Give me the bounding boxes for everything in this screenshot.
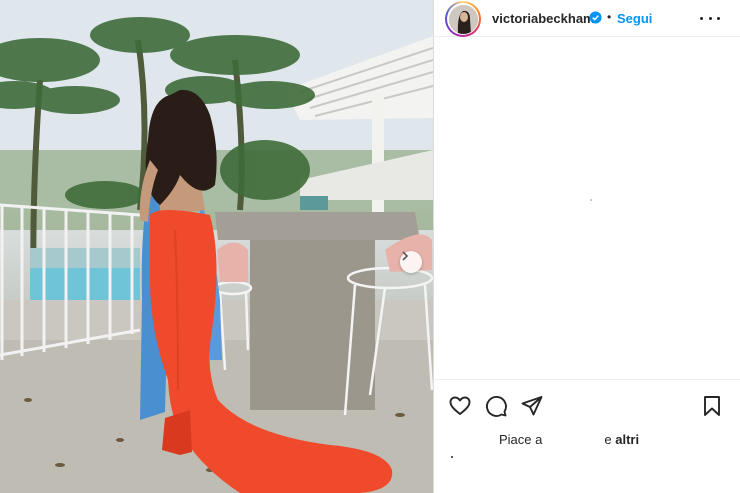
heart-icon[interactable]: [448, 394, 472, 418]
comments-area: [434, 38, 740, 378]
follow-button[interactable]: Segui: [617, 11, 652, 26]
chevron-right-icon: [402, 251, 409, 261]
comment-placeholder-dot: [590, 199, 592, 201]
share-icon[interactable]: [520, 394, 544, 418]
more-dot: [700, 16, 703, 20]
post-side-panel: victoriabeckham • Segui Piace ae altri: [433, 0, 740, 493]
post-photo[interactable]: [0, 0, 433, 493]
caption-placeholder-dot: [451, 456, 453, 458]
more-options-button[interactable]: [700, 9, 720, 27]
username[interactable]: victoriabeckham: [492, 11, 595, 26]
likes-others[interactable]: altri: [615, 432, 639, 447]
separator-dot: •: [607, 10, 612, 24]
avatar[interactable]: [445, 1, 481, 37]
more-dot: [708, 16, 712, 20]
more-dot: [717, 16, 720, 20]
next-image-button[interactable]: [400, 251, 422, 273]
photo-scene: [0, 0, 433, 493]
action-bar: [434, 379, 740, 429]
avatar-image: [448, 4, 478, 34]
likes-summary[interactable]: Piace a e altri: [499, 432, 639, 447]
bookmark-icon[interactable]: [700, 394, 724, 418]
verified-badge-icon: [589, 11, 602, 24]
likes-prefix: Piace a: [499, 432, 543, 447]
likes-join: e: [604, 432, 612, 447]
post-header: victoriabeckham • Segui: [434, 0, 740, 37]
comment-icon[interactable]: [484, 394, 508, 418]
